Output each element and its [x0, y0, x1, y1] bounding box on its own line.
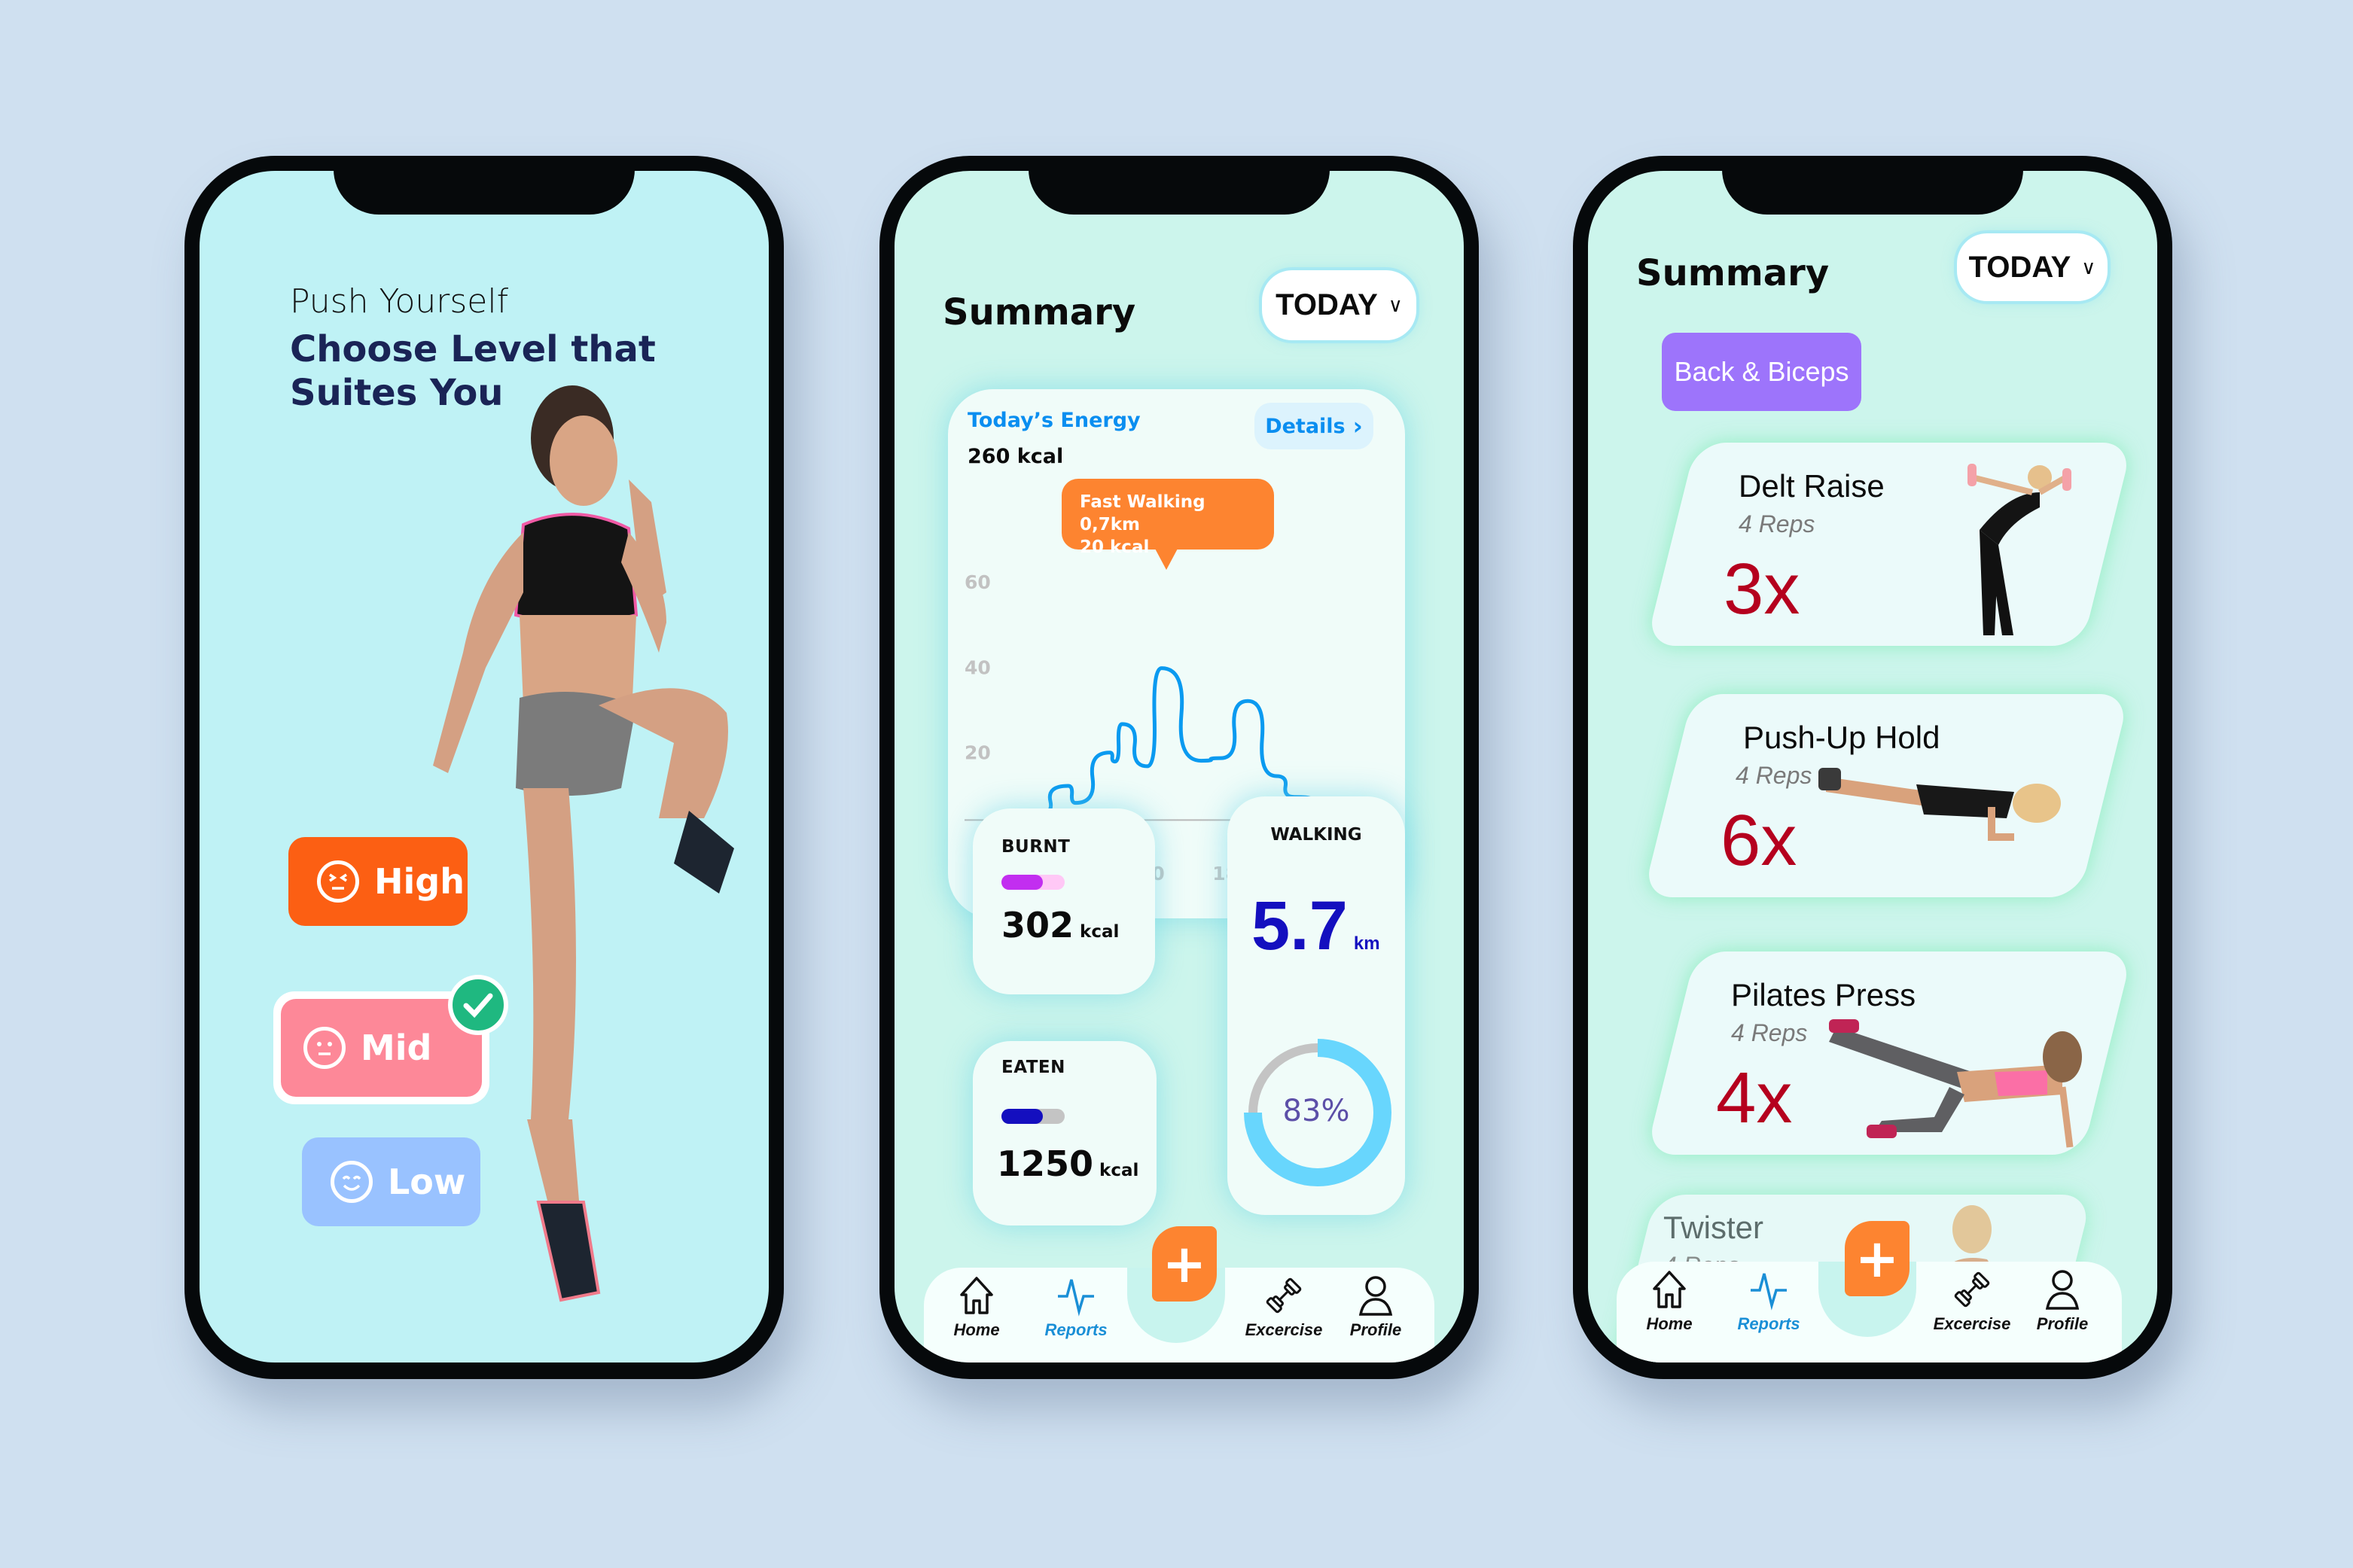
pulse-icon: [1058, 1279, 1094, 1317]
chart-tooltip: Fast Walking 0,7km 20 kcal: [1062, 479, 1274, 557]
category-chip[interactable]: Back & Biceps: [1662, 333, 1861, 411]
walking-percent: 83%: [1282, 1094, 1350, 1128]
eaten-progress-fill: [1001, 1109, 1044, 1124]
walking-number: 5.7: [1251, 888, 1348, 964]
neutral-face-icon: [303, 1027, 346, 1069]
y-tick-label: 20: [965, 742, 991, 764]
walking-card: WALKING 5.7 km 83%: [1227, 796, 1405, 1215]
chevron-down-icon: ∨: [1388, 294, 1403, 316]
nav-label: Excercise: [1245, 1320, 1323, 1339]
level-label: Mid: [361, 1028, 432, 1068]
walking-unit: km: [1353, 933, 1380, 954]
exercise-name: Twister: [1663, 1210, 1764, 1245]
period-value: TODAY: [1276, 288, 1378, 321]
eaten-card: EATEN 1250 kcal: [973, 1041, 1157, 1225]
happy-face-icon: [331, 1161, 373, 1203]
chevron-down-icon: ∨: [2081, 255, 2096, 279]
exercise-reps: 4 Reps: [1736, 762, 1812, 789]
home-icon: [960, 1277, 993, 1314]
exercise-name: Pilates Press: [1731, 977, 1916, 1012]
add-button[interactable]: +: [1845, 1221, 1910, 1296]
eaten-label: EATEN: [1001, 1058, 1065, 1077]
nav-label: Reports: [1044, 1320, 1108, 1339]
subtitle: Push Yourself: [290, 282, 509, 321]
nav-label: Excercise: [1933, 1314, 2011, 1333]
nav-profile[interactable]: Profile: [2010, 1268, 2115, 1334]
level-high-button[interactable]: High: [288, 837, 468, 926]
burnt-label: BURNT: [1001, 837, 1071, 857]
walking-value: 5.7 km: [1251, 887, 1380, 966]
burnt-progress-bar: [1001, 875, 1065, 890]
burnt-value: 302 kcal: [1001, 905, 1119, 945]
energy-line: [1032, 666, 1327, 819]
burnt-card: BURNT 302 kcal: [973, 808, 1155, 994]
exercise-name: Delt Raise: [1739, 468, 1885, 504]
pulse-icon: [1751, 1273, 1787, 1311]
phone-notch: [1722, 156, 2023, 215]
page-title: Summary: [1636, 252, 1830, 294]
exercise-name: Push-Up Hold: [1743, 720, 1940, 755]
eaten-number: 1250: [997, 1143, 1094, 1184]
pilates-press-photo: [1829, 1019, 2082, 1148]
home-icon: [1653, 1271, 1686, 1308]
push-up-photo: [1818, 768, 2061, 841]
tooltip-line-1: Fast Walking 0,7km: [1080, 492, 1205, 534]
phone-summary-reports: Summary TODAY ∨ Today’s Energy 260 kcal …: [879, 156, 1479, 1379]
exercise-reps: 4 Reps: [1731, 1019, 1808, 1046]
period-dropdown[interactable]: TODAY ∨: [1262, 270, 1416, 340]
nav-label: Profile: [1349, 1320, 1402, 1339]
burnt-number: 302: [1001, 905, 1074, 945]
nav-exercise[interactable]: Excercise: [1919, 1268, 2025, 1334]
eaten-value: 1250 kcal: [997, 1143, 1138, 1184]
exercise-reps: 4 Reps: [1739, 510, 1815, 537]
dumbbell-icon: [1266, 1277, 1302, 1314]
exercise-count: 3x: [1724, 549, 1800, 629]
y-tick-label: 60: [965, 571, 991, 593]
period-value: TODAY: [1968, 250, 2071, 284]
level-label: Low: [388, 1162, 466, 1202]
user-icon: [2045, 1270, 2080, 1310]
tooltip-pointer: [1154, 547, 1178, 570]
nav-reports[interactable]: Reports: [1716, 1268, 1821, 1334]
nav-exercise[interactable]: Excercise: [1231, 1274, 1337, 1340]
exercise-screen: Summary TODAY ∨ Back & Biceps Delt Raise…: [1588, 171, 2157, 1362]
phone-level-select: Push Yourself Choose Level that Suites Y…: [184, 156, 784, 1379]
user-icon: [1358, 1276, 1393, 1316]
nav-reports[interactable]: Reports: [1023, 1274, 1129, 1340]
phone-summary-exercises: Summary TODAY ∨ Back & Biceps Delt Raise…: [1573, 156, 2172, 1379]
nav-label: Reports: [1737, 1314, 1800, 1333]
phone-notch: [1029, 156, 1330, 215]
eaten-unit: kcal: [1099, 1161, 1139, 1180]
nav-label: Home: [953, 1320, 1000, 1339]
nav-home[interactable]: Home: [1617, 1268, 1722, 1334]
nav-home[interactable]: Home: [924, 1274, 1029, 1340]
period-dropdown[interactable]: TODAY ∨: [1957, 233, 2108, 301]
exercise-card[interactable]: Delt Raise 4 Reps 3x: [1645, 443, 2133, 646]
burnt-progress-fill: [1001, 875, 1044, 890]
walking-label: WALKING: [1270, 825, 1362, 845]
stressed-face-icon: [317, 860, 359, 903]
phone-notch: [334, 156, 635, 215]
exercise-count: 4x: [1716, 1058, 1793, 1138]
nav-label: Profile: [2036, 1314, 2089, 1333]
y-tick-label: 40: [965, 656, 991, 678]
dumbbell-icon: [1954, 1271, 1990, 1308]
exercise-card[interactable]: Push-Up Hold 4 Reps 6x: [1642, 694, 2130, 897]
level-low-button[interactable]: Low: [302, 1137, 480, 1226]
summary-screen: Summary TODAY ∨ Today’s Energy 260 kcal …: [895, 171, 1464, 1362]
burnt-unit: kcal: [1080, 922, 1120, 942]
level-screen: Push Yourself Choose Level that Suites Y…: [200, 171, 769, 1362]
exercise-count: 6x: [1721, 800, 1797, 881]
nav-profile[interactable]: Profile: [1323, 1274, 1428, 1340]
nav-label: Home: [1646, 1314, 1693, 1333]
add-button[interactable]: +: [1152, 1226, 1217, 1302]
check-icon: [448, 975, 508, 1035]
exercise-card[interactable]: Pilates Press 4 Reps 4x: [1645, 951, 2133, 1155]
delt-raise-photo: [1967, 464, 2071, 635]
page-title: Summary: [943, 291, 1136, 333]
level-label: High: [374, 861, 465, 902]
eaten-progress-bar: [1001, 1109, 1065, 1124]
